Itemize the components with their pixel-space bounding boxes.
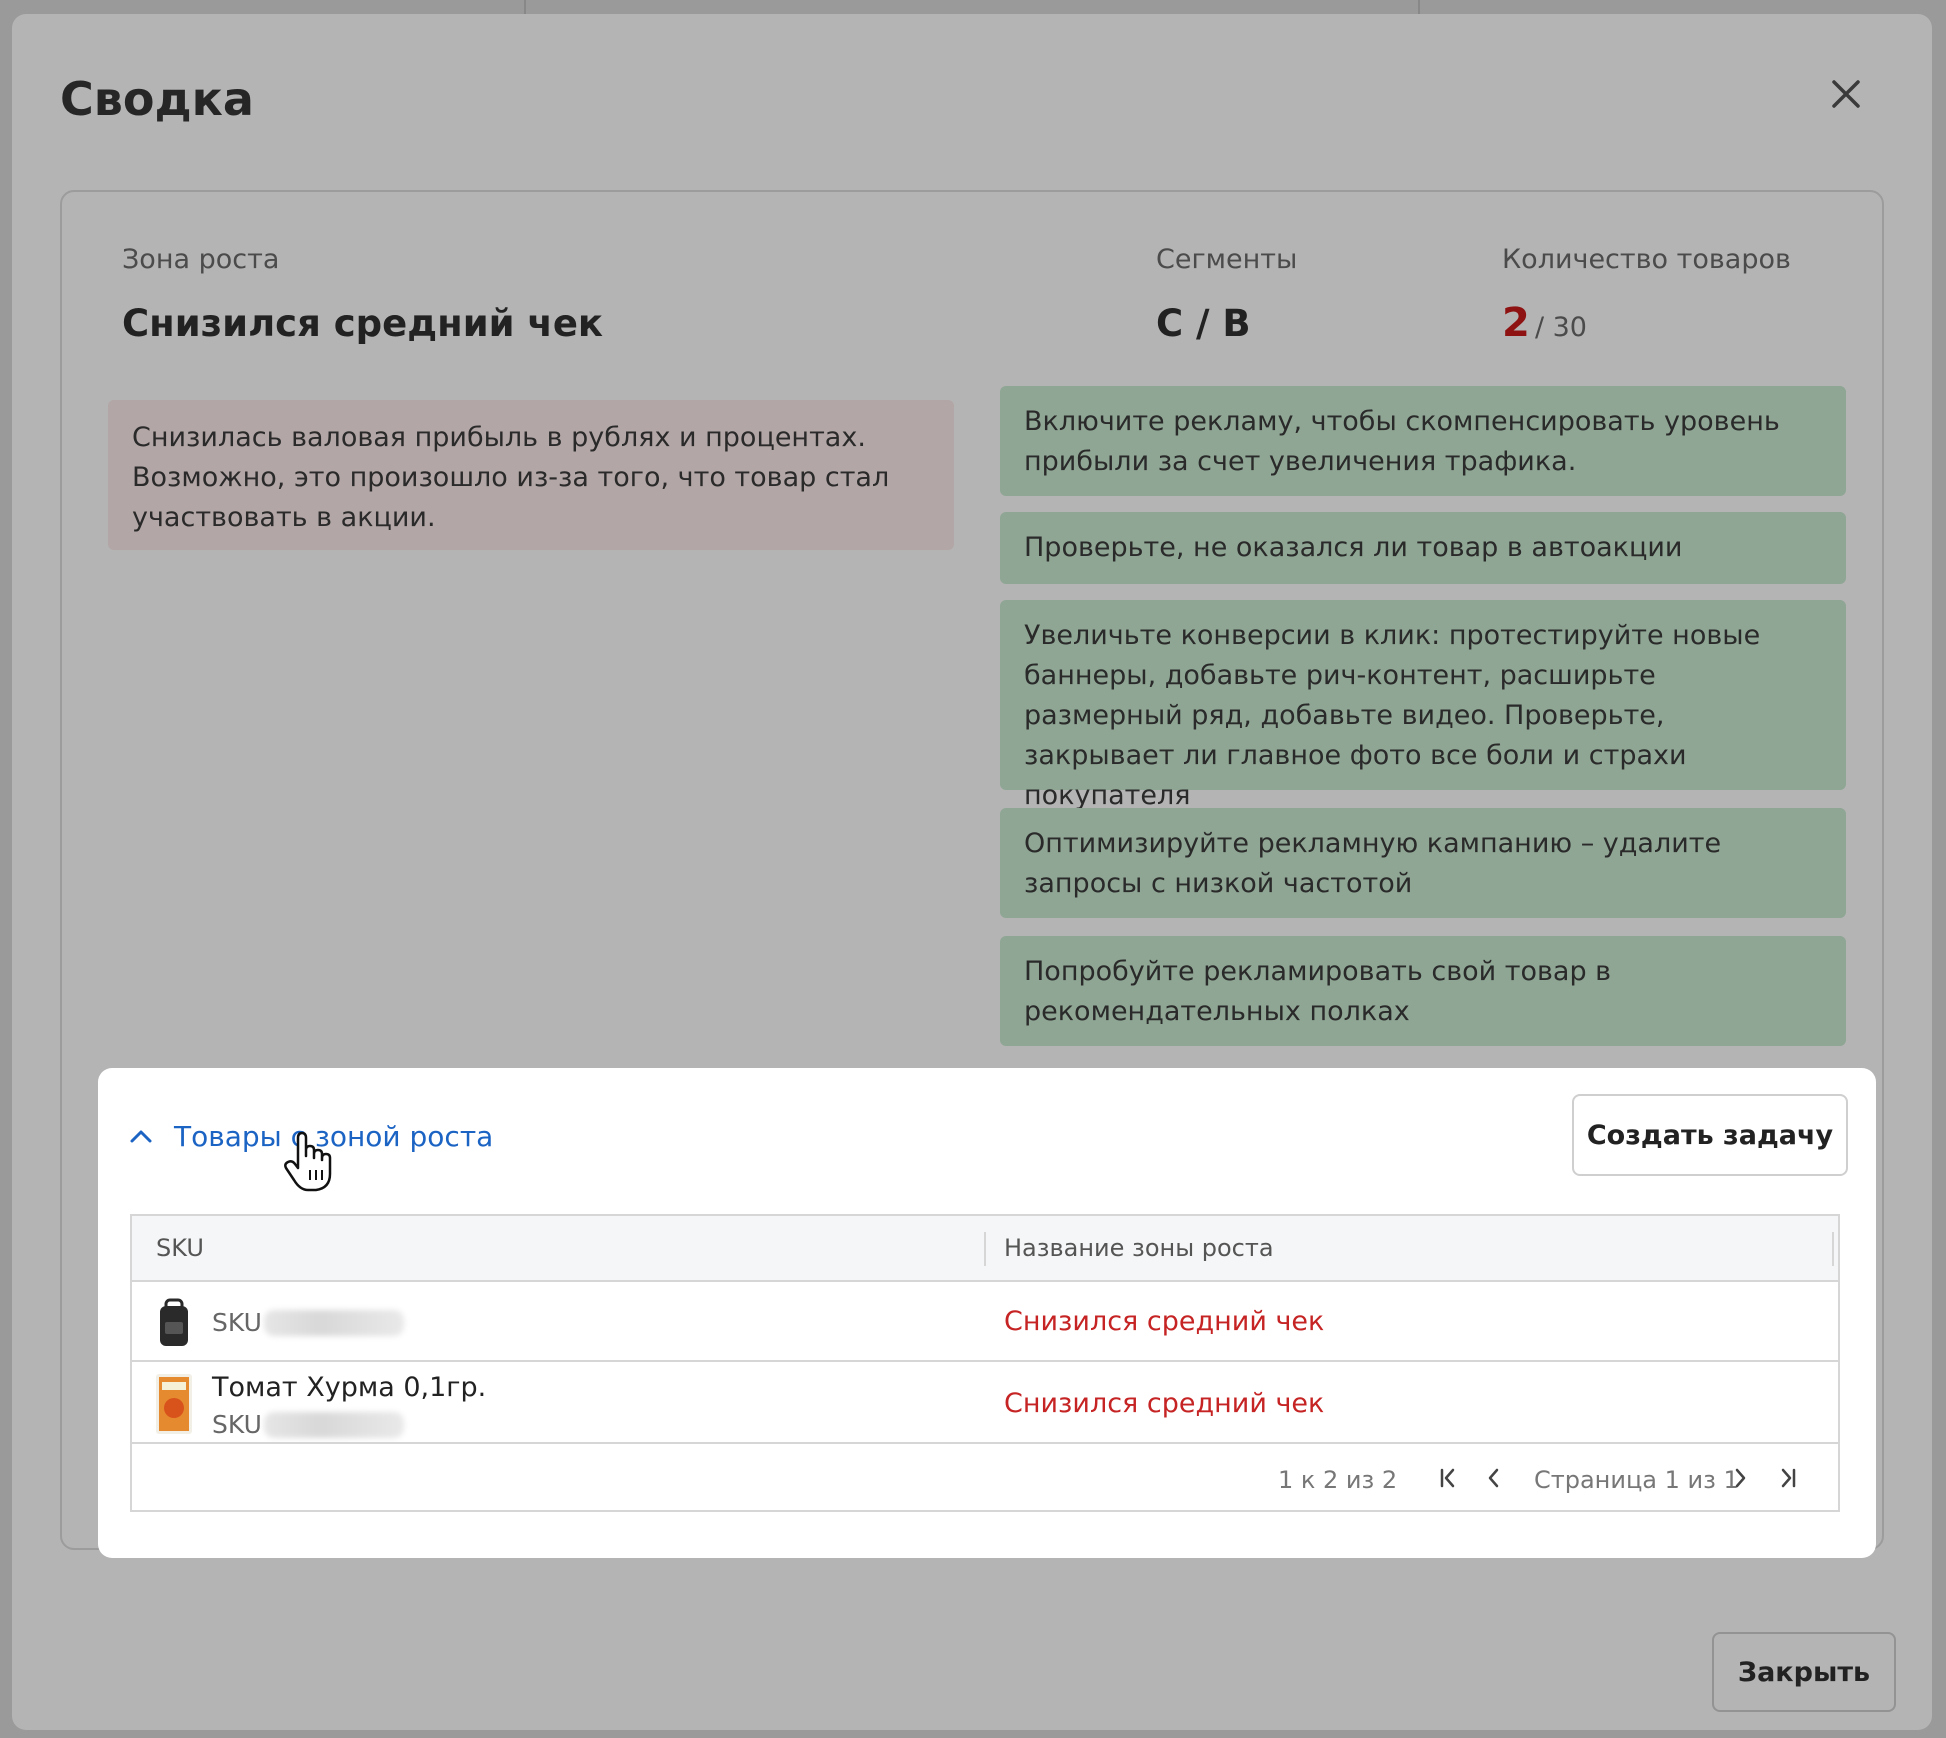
- sku-label: SKU: [212, 1410, 262, 1439]
- growth-zone-link[interactable]: Снизился средний чек: [1004, 1306, 1324, 1337]
- product-thumbnail: [156, 1292, 192, 1352]
- next-page-icon[interactable]: [1724, 1462, 1756, 1494]
- backdrop-divider: [1418, 0, 1420, 14]
- hand-cursor-icon: [284, 1131, 332, 1192]
- sku-label: SKU: [212, 1308, 262, 1337]
- column-header-zone[interactable]: Название зоны роста: [1004, 1234, 1274, 1262]
- product-name: Томат Хурма 0,1гр.: [212, 1372, 487, 1403]
- backdrop-divider: [524, 0, 526, 14]
- products-count-label: Количество товаров: [1502, 244, 1791, 275]
- column-divider: [984, 1232, 986, 1266]
- summary-modal: Сводка Зона роста Снизился средний чек С…: [12, 14, 1932, 1730]
- sku-redacted: [264, 1412, 404, 1438]
- pagination-page: Страница 1 из 1: [1534, 1466, 1739, 1494]
- last-page-icon[interactable]: [1772, 1462, 1804, 1494]
- recommendation-item: Увеличьте конверсии в клик: протестируйт…: [1000, 600, 1846, 811]
- first-page-icon[interactable]: [1432, 1462, 1464, 1494]
- products-count-value: 2: [1502, 300, 1530, 346]
- growth-zone-link[interactable]: Снизился средний чек: [1004, 1388, 1324, 1419]
- products-table: SKU Название зоны роста SKU Снизился сре…: [130, 1214, 1840, 1512]
- recommendation-item: Включите рекламу, чтобы скомпенсировать …: [1000, 386, 1846, 496]
- prev-page-icon[interactable]: [1478, 1462, 1510, 1494]
- table-row[interactable]: SKU Снизился средний чек: [132, 1282, 1838, 1362]
- chevron-up-icon: [130, 1130, 152, 1143]
- segments-value: C / B: [1156, 302, 1251, 345]
- modal-title: Сводка: [60, 72, 254, 126]
- products-count-total: / 30: [1534, 312, 1587, 343]
- recommendation-item: Проверьте, не оказался ли товар в автоак…: [1000, 512, 1846, 584]
- close-button[interactable]: Закрыть: [1712, 1632, 1896, 1712]
- products-panel: Товары с зоной роста Создать задачу SKU …: [98, 1068, 1876, 1558]
- recommendation-item: Оптимизируйте рекламную кампанию – удали…: [1000, 808, 1846, 918]
- pagination-range: 1 к 2 из 2: [1278, 1466, 1398, 1494]
- column-divider: [1832, 1232, 1834, 1266]
- products-count: 2 / 30: [1502, 300, 1587, 346]
- close-icon[interactable]: [1818, 66, 1874, 122]
- column-header-sku[interactable]: SKU: [156, 1234, 204, 1262]
- product-thumbnail: [156, 1374, 192, 1434]
- recommendation-item: Попробуйте рекламировать свой товар в ре…: [1000, 936, 1846, 1046]
- create-task-button[interactable]: Создать задачу: [1572, 1094, 1848, 1176]
- table-header: SKU Название зоны роста: [132, 1216, 1838, 1282]
- sku-redacted: [264, 1310, 404, 1336]
- segments-label: Сегменты: [1156, 244, 1298, 275]
- growth-zone-label: Зона роста: [122, 244, 280, 275]
- issue-description: Снизилась валовая прибыль в рублях и про…: [108, 400, 954, 550]
- pagination: 1 к 2 из 2 Страница 1 из 1: [132, 1446, 1838, 1512]
- table-row[interactable]: Томат Хурма 0,1гр. SKU Снизился средний …: [132, 1364, 1838, 1444]
- growth-zone-value: Снизился средний чек: [122, 302, 604, 345]
